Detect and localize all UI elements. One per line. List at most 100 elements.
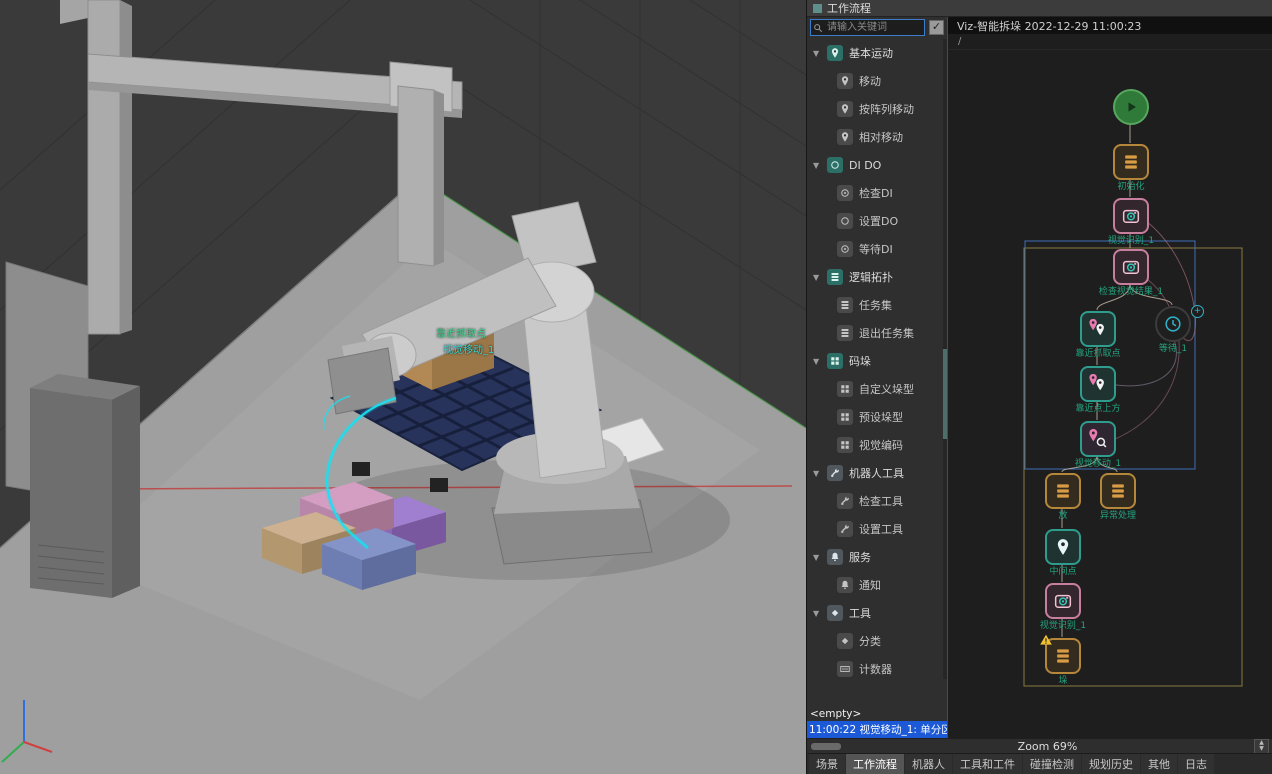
library-filter-checkbox[interactable]: ✓: [929, 20, 944, 35]
tree-item[interactable]: 退出任务集: [807, 319, 947, 347]
zoom-slider[interactable]: [811, 743, 841, 750]
graph-breadcrumb[interactable]: /: [948, 34, 1272, 50]
graph-node-approach-grab-point[interactable]: 靠近抓取点: [1080, 311, 1116, 347]
tag-icon: [837, 633, 853, 649]
tree-item-label: 计数器: [859, 661, 892, 677]
tree-group[interactable]: ▼基本运动: [807, 39, 947, 67]
tree-item[interactable]: 检查工具: [807, 487, 947, 515]
graph-node-visual-recognition-1[interactable]: 视觉识别_1: [1113, 198, 1149, 234]
tree-item[interactable]: 预设垛型: [807, 403, 947, 431]
zoom-down-icon[interactable]: ▼: [1259, 746, 1264, 752]
tab-机器人[interactable]: 机器人: [905, 754, 952, 774]
graph-node-place[interactable]: 放: [1045, 473, 1081, 509]
warning-icon: [1039, 632, 1053, 651]
tree-item[interactable]: 计数器: [807, 655, 947, 683]
tree-item-label: 视觉编码: [859, 437, 903, 453]
tree-item-label: 等待DI: [859, 241, 893, 257]
graph-node-wait-1[interactable]: +等待_1: [1155, 306, 1191, 342]
tree-group[interactable]: ▼ 工具: [807, 599, 947, 627]
tree-item[interactable]: 移动: [807, 67, 947, 95]
tree-item[interactable]: 视觉编码: [807, 431, 947, 459]
tree-group[interactable]: ▼机器人工具: [807, 459, 947, 487]
tree-item-label: 检查工具: [859, 493, 903, 509]
log-message[interactable]: 11:00:22 视觉移动_1: 单分区方形: [807, 721, 947, 738]
graph-node-label: 等待_1: [1159, 341, 1187, 354]
graph-node-check-visual-result-1[interactable]: 检查视觉结果_1: [1113, 249, 1149, 285]
graph-node-label: 靠近抓取点: [1075, 346, 1120, 359]
wrench-icon: [837, 521, 853, 537]
collapse-arrow-icon[interactable]: ▼: [813, 553, 821, 562]
add-step-icon[interactable]: +: [1191, 305, 1204, 318]
tree-item[interactable]: 任务集: [807, 291, 947, 319]
tree-item[interactable]: 设置工具: [807, 515, 947, 543]
workflow-panel-icon: [813, 4, 822, 13]
tab-规划历史[interactable]: 规划历史: [1082, 754, 1140, 774]
graph-canvas[interactable]: 初始化视觉识别_1检查视觉结果_1靠近抓取点+等待_1靠近点上方视觉移动_1放异…: [948, 50, 1272, 738]
empty-indicator: <empty>: [807, 707, 947, 721]
tab-工作流程[interactable]: 工作流程: [846, 754, 904, 774]
tree-item[interactable]: 自定义垛型: [807, 375, 947, 403]
tab-工具和工件[interactable]: 工具和工件: [953, 754, 1022, 774]
tree-group-label: 逻辑拓扑: [849, 269, 893, 285]
tree-scrollbar-thumb[interactable]: [943, 349, 947, 439]
tree-group[interactable]: ▼ 码垛: [807, 347, 947, 375]
tree-group[interactable]: ▼ 服务: [807, 543, 947, 571]
collapse-arrow-icon[interactable]: ▼: [813, 49, 821, 58]
node-tree: ▼基本运动移动按阵列移动相对移动▼DI DO检查DI设置DO 等待DI ▼ 逻辑拓扑任…: [807, 38, 947, 707]
collapse-arrow-icon[interactable]: ▼: [813, 469, 821, 478]
grid-icon: [837, 437, 853, 453]
tree-item[interactable]: 等待DI: [807, 235, 947, 263]
tree-item-label: 任务集: [859, 297, 892, 313]
bell-icon: [827, 549, 843, 565]
zoom-label: Zoom 69%: [841, 740, 1254, 753]
zoom-bar: Zoom 69% ▲▼: [807, 738, 1272, 753]
tree-group-label: 服务: [849, 549, 871, 565]
collapse-arrow-icon[interactable]: ▼: [813, 357, 821, 366]
tree-group-label: 码垛: [849, 353, 871, 369]
graph-node-stack[interactable]: 垛: [1045, 638, 1081, 674]
graph-node-init[interactable]: 初始化: [1113, 144, 1149, 180]
tree-item-label: 通知: [859, 577, 881, 593]
tab-场景[interactable]: 场景: [809, 754, 845, 774]
pin-icon: [837, 101, 853, 117]
tree-item[interactable]: 相对移动: [807, 123, 947, 151]
tree-item[interactable]: 检查DI: [807, 179, 947, 207]
collapse-arrow-icon[interactable]: ▼: [813, 273, 821, 282]
graph-node-visual-move-1[interactable]: 视觉移动_1: [1080, 421, 1116, 457]
search-input[interactable]: [825, 21, 922, 34]
3d-viewport[interactable]: 靠近抓取点 视觉移动_1: [0, 0, 806, 774]
layers-icon: [837, 325, 853, 341]
tree-item[interactable]: 分类: [807, 627, 947, 655]
graph-node-mid-point[interactable]: 中间点: [1045, 529, 1081, 565]
workflow-panel: 工作流程 ✓ ▼基本运动移动按阵列移动相对移动▼DI DO检查DI设置DO 等待D…: [806, 0, 1272, 774]
tree-group[interactable]: ▼DI DO: [807, 151, 947, 179]
layers-icon: [837, 297, 853, 313]
tree-scrollbar[interactable]: [943, 39, 947, 679]
graph-node-above-grab-point[interactable]: 靠近点上方: [1080, 366, 1116, 402]
ring-dot-icon: [837, 241, 853, 257]
graph-node-exception-handling[interactable]: 异常处理: [1100, 473, 1136, 509]
graph-node-label: 初始化: [1117, 179, 1144, 192]
workflow-graph: Viz-智能拆垛 2022-12-29 11:00:23 / 初始化视觉识别_1…: [947, 17, 1272, 738]
zoom-spinner[interactable]: ▲▼: [1254, 739, 1269, 754]
tree-item[interactable]: 按阵列移动: [807, 95, 947, 123]
viewport-node-label-bottom: 视觉移动_1: [443, 341, 494, 356]
wrench-icon: [827, 465, 843, 481]
tree-item[interactable]: 设置DO: [807, 207, 947, 235]
tab-日志[interactable]: 日志: [1178, 754, 1214, 774]
search-box: [810, 19, 925, 36]
tree-group[interactable]: ▼ 逻辑拓扑: [807, 263, 947, 291]
graph-node-start[interactable]: [1113, 89, 1149, 125]
graph-node-label: 视觉识别_1: [1040, 618, 1086, 631]
tree-group-label: 工具: [849, 605, 871, 621]
tree-item-label: 移动: [859, 73, 881, 89]
tab-其他[interactable]: 其他: [1141, 754, 1177, 774]
collapse-arrow-icon[interactable]: ▼: [813, 161, 821, 170]
graph-node-visual-recognition-2[interactable]: 视觉识别_1: [1045, 583, 1081, 619]
tree-item-label: 设置工具: [859, 521, 903, 537]
tree-item[interactable]: 通知: [807, 571, 947, 599]
tab-碰撞检测[interactable]: 碰撞检测: [1023, 754, 1081, 774]
pin-icon: [827, 45, 843, 61]
pin-icon: [837, 73, 853, 89]
collapse-arrow-icon[interactable]: ▼: [813, 609, 821, 618]
